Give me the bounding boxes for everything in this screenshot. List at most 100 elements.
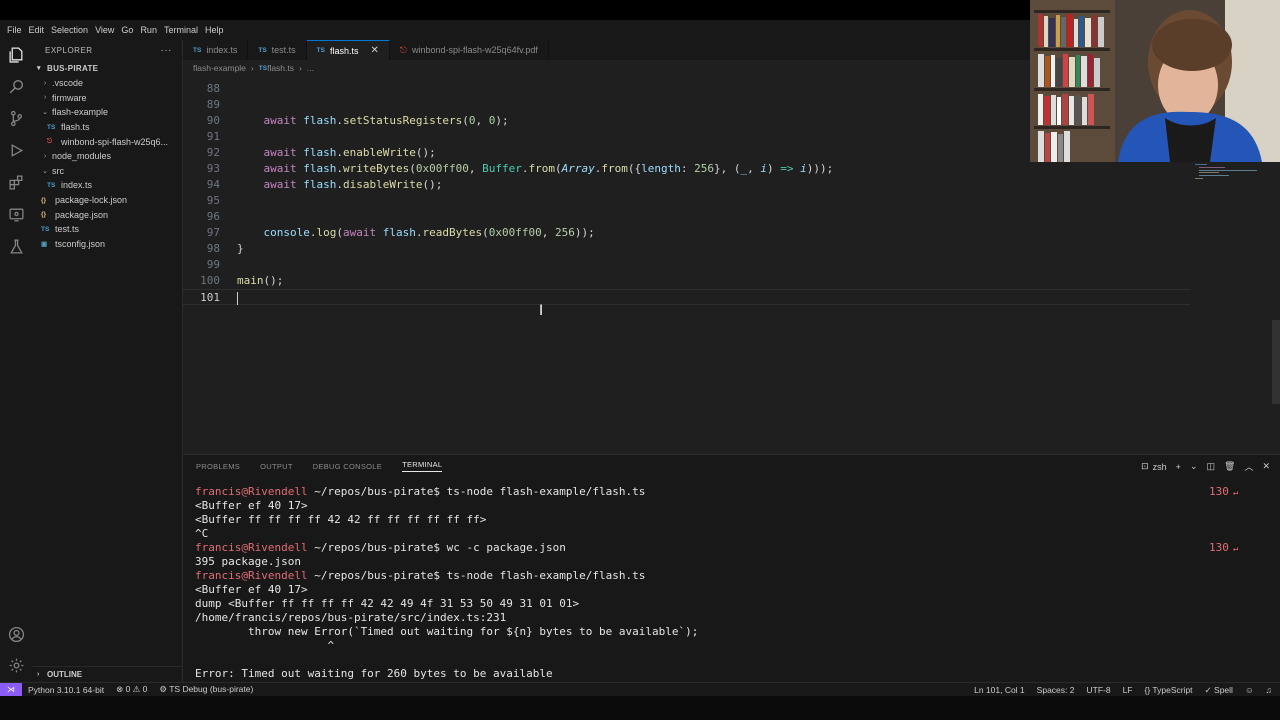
- tree-file[interactable]: {} package-lock.json: [33, 193, 182, 208]
- tree-file[interactable]: ▣ tsconfig.json: [33, 237, 182, 252]
- breadcrumb-item[interactable]: ...: [307, 63, 314, 73]
- run-debug-icon[interactable]: [8, 142, 25, 159]
- prompt-user: francis@Rivendell: [195, 485, 308, 498]
- code-line: 101: [183, 289, 1190, 305]
- tree-file[interactable]: TS test.ts: [33, 222, 182, 237]
- code-token: i: [760, 162, 767, 175]
- close-panel-icon[interactable]: ✕: [1262, 461, 1270, 472]
- end-of-line[interactable]: LF: [1123, 685, 1133, 695]
- code-token: disableWrite: [343, 178, 423, 191]
- encoding[interactable]: UTF-8: [1086, 685, 1110, 695]
- cursor-position[interactable]: Ln 101, Col 1: [974, 685, 1025, 695]
- shell-label[interactable]: zsh: [1153, 462, 1167, 472]
- language-mode[interactable]: {} TypeScript: [1145, 685, 1193, 695]
- problems-count[interactable]: ⊗ 0 ⚠ 0: [116, 684, 147, 695]
- code-token: );: [495, 114, 509, 127]
- code-token: =>: [780, 162, 794, 175]
- code-token: 0x00ff00: [415, 162, 469, 175]
- code-token: .: [336, 114, 343, 127]
- chevron-down-icon[interactable]: ⌄: [1190, 461, 1198, 472]
- tree-file[interactable]: TS flash.ts: [33, 120, 182, 135]
- code-token: setStatusRegisters: [343, 114, 463, 127]
- menu-item-run[interactable]: Run: [137, 25, 160, 35]
- terminal-icon: ⊡: [1141, 461, 1149, 471]
- explorer-title: EXPLORER: [45, 45, 93, 55]
- menu-item-selection[interactable]: Selection: [48, 25, 91, 35]
- editor-scrollbar[interactable]: [1272, 320, 1280, 404]
- tree-folder[interactable]: › firmware: [33, 91, 182, 106]
- menu-item-edit[interactable]: Edit: [26, 25, 48, 35]
- panel-tab-debug-console[interactable]: DEBUG CONSOLE: [313, 462, 382, 471]
- tree-folder[interactable]: ⌄ flash-example: [33, 105, 182, 120]
- tree-file[interactable]: TS index.ts: [33, 178, 182, 193]
- terminal-command: ts-node flash-example/flash.ts: [440, 569, 646, 582]
- typescript-file-icon: TS: [193, 46, 202, 54]
- menu-item-help[interactable]: Help: [202, 25, 227, 35]
- outline-label: OUTLINE: [47, 670, 83, 679]
- editor-tab[interactable]: ⎋ winbond-spi-flash-w25q64fv.pdf: [390, 40, 549, 60]
- tree-folder[interactable]: › .vscode: [33, 76, 182, 91]
- terminal-line: Error: Timed out waiting for 260 bytes t…: [195, 667, 553, 680]
- line-number: 90: [206, 114, 220, 127]
- code-token: ,: [747, 162, 761, 175]
- editor-tab[interactable]: TS index.ts: [183, 40, 249, 60]
- tree-folder[interactable]: › node_modules: [33, 149, 182, 164]
- code-line: 99: [183, 257, 1190, 273]
- settings-gear-icon[interactable]: [8, 657, 25, 674]
- breadcrumb-item[interactable]: flash.ts: [267, 63, 294, 73]
- tree-file[interactable]: {} package.json: [33, 207, 182, 222]
- feedback-icon[interactable]: ☺: [1245, 685, 1254, 695]
- debug-config[interactable]: ⚙ TS Debug (bus-pirate): [159, 684, 253, 695]
- account-icon[interactable]: [8, 626, 25, 643]
- split-terminal-icon[interactable]: ◫: [1206, 461, 1215, 472]
- outline-section[interactable]: › OUTLINE: [33, 666, 183, 682]
- tree-folder[interactable]: ⌄ src: [33, 164, 182, 179]
- remote-explorer-icon[interactable]: [8, 206, 25, 223]
- tree-item-label: index.ts: [61, 180, 93, 191]
- testing-icon[interactable]: [8, 238, 25, 255]
- terminal-line: 395 package.json: [195, 555, 301, 568]
- breadcrumb-separator-icon: ›: [299, 63, 302, 73]
- webcam-overlay: [1030, 0, 1280, 162]
- tree-item-label: .vscode: [52, 78, 84, 89]
- tree-item-label: tsconfig.json: [55, 238, 106, 249]
- minimap[interactable]: [1195, 164, 1275, 194]
- indentation[interactable]: Spaces: 2: [1037, 685, 1075, 695]
- more-actions-icon[interactable]: ···: [161, 45, 173, 56]
- search-icon[interactable]: [8, 78, 25, 95]
- terminal-line: francis@Rivendell ~/repos/bus-pirate$ wc…: [195, 541, 1245, 555]
- tree-file[interactable]: ⎋ winbond-spi-flash-w25q6...: [33, 134, 182, 149]
- typescript-file-icon: TS: [258, 46, 267, 54]
- panel-tab-problems[interactable]: PROBLEMS: [196, 462, 240, 471]
- close-tab-icon[interactable]: ✕: [371, 45, 379, 56]
- source-control-icon[interactable]: [8, 110, 25, 127]
- terminal-output[interactable]: francis@Rivendell ~/repos/bus-pirate$ ts…: [195, 485, 1245, 695]
- menu-item-view[interactable]: View: [92, 25, 117, 35]
- editor-tab[interactable]: TS flash.ts ✕: [306, 40, 390, 60]
- extensions-icon[interactable]: [8, 174, 25, 191]
- remote-indicator-icon[interactable]: ⋊: [0, 682, 22, 697]
- terminal-line: ^: [195, 639, 335, 652]
- menu-item-go[interactable]: Go: [118, 25, 136, 35]
- workspace-root[interactable]: ▾ BUS-PIRATE: [33, 60, 182, 76]
- menu-item-file[interactable]: File: [4, 25, 25, 35]
- spell-check[interactable]: ✓ Spell: [1205, 685, 1233, 696]
- typescript-file-icon: TS: [47, 181, 56, 189]
- menu-item-terminal[interactable]: Terminal: [161, 25, 201, 35]
- panel-tab-terminal[interactable]: TERMINAL: [402, 460, 443, 472]
- code-token: flash: [303, 114, 337, 127]
- editor-tab[interactable]: TS test.ts: [248, 40, 307, 60]
- maximize-panel-icon[interactable]: ︿: [1244, 460, 1253, 473]
- trash-icon[interactable]: 🗑: [1224, 461, 1235, 472]
- explorer-icon[interactable]: [8, 46, 25, 63]
- chevron-right-icon: ›: [43, 152, 47, 160]
- code-token: flash: [382, 226, 416, 239]
- notifications-bell-icon[interactable]: ♫: [1266, 685, 1272, 695]
- new-terminal-icon[interactable]: +: [1176, 462, 1181, 472]
- python-interpreter[interactable]: Python 3.10.1 64-bit: [28, 685, 104, 695]
- panel-tab-output[interactable]: OUTPUT: [260, 462, 293, 471]
- breadcrumb-item[interactable]: flash-example: [193, 63, 246, 73]
- chevron-right-icon: ›: [37, 671, 40, 678]
